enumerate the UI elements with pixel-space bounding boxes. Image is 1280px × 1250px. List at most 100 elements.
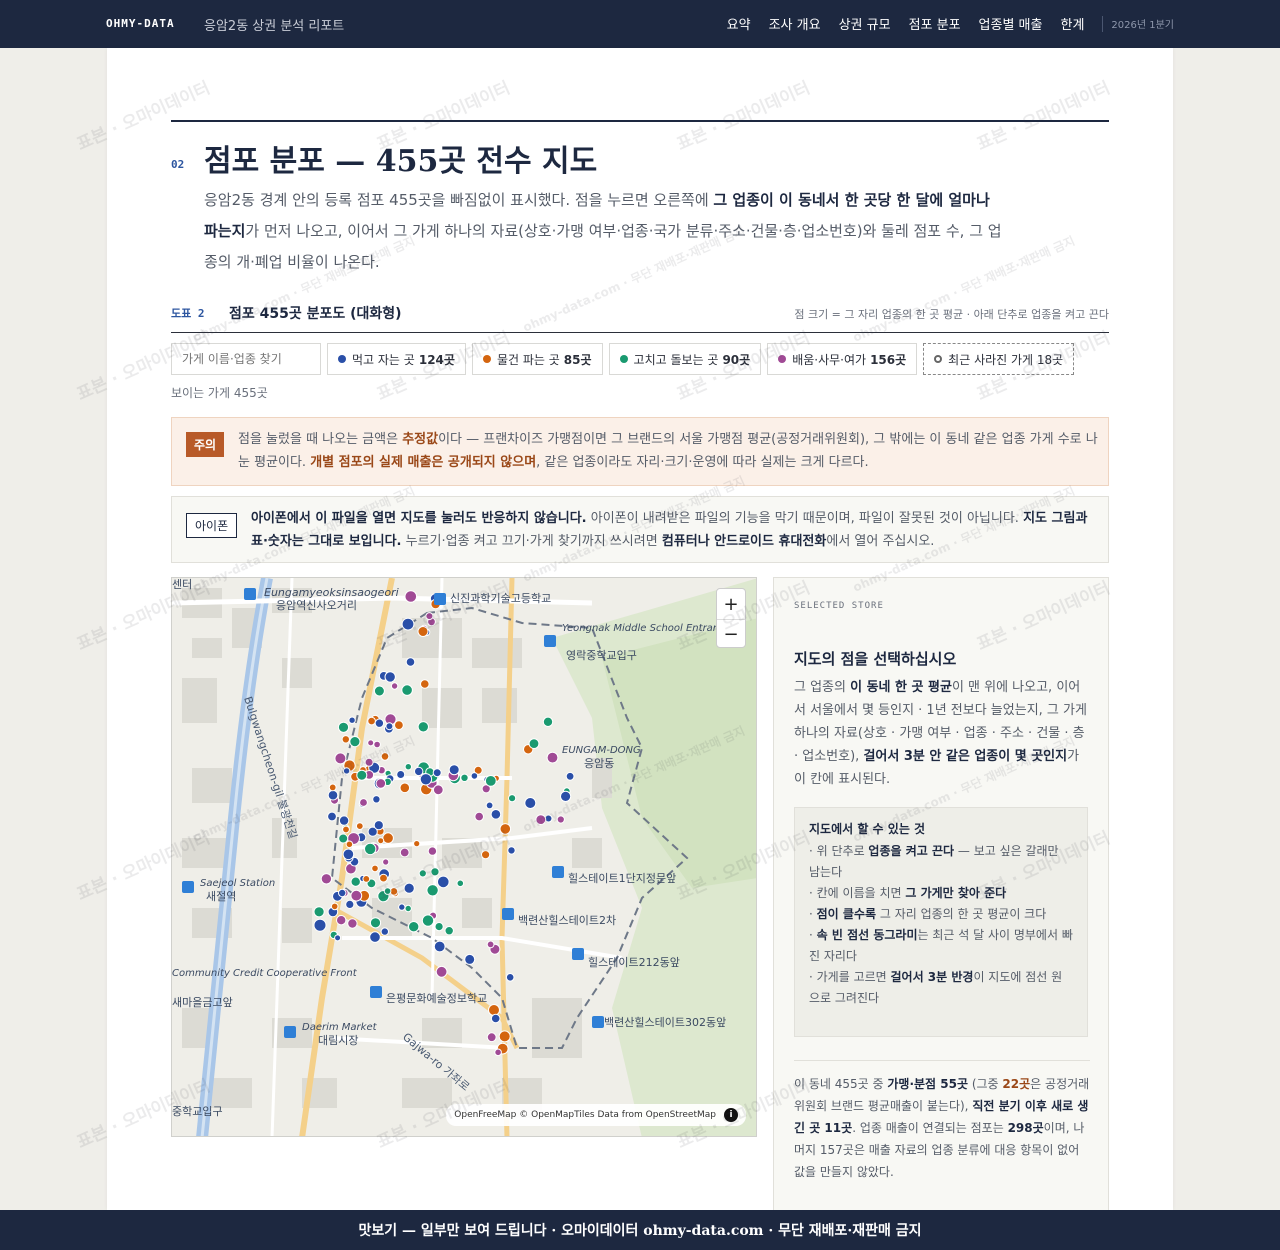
store-dot[interactable] <box>373 685 385 697</box>
zoom-out-button[interactable]: − <box>717 619 745 649</box>
store-dot[interactable] <box>382 858 390 866</box>
store-dot[interactable] <box>535 814 547 826</box>
store-dot[interactable] <box>367 716 376 726</box>
store-dot[interactable] <box>396 770 406 779</box>
store-dot[interactable] <box>524 797 537 809</box>
store-dot[interactable] <box>460 773 469 783</box>
store-dot[interactable] <box>542 716 554 728</box>
store-dot[interactable] <box>320 873 333 885</box>
store-search-input[interactable] <box>171 343 321 375</box>
store-dot[interactable] <box>328 783 337 792</box>
store-dot[interactable] <box>556 815 565 824</box>
store-dot[interactable] <box>327 811 337 822</box>
store-dot[interactable] <box>444 926 454 936</box>
store-dot[interactable] <box>382 832 394 844</box>
store-dot[interactable] <box>345 840 354 849</box>
store-dot[interactable] <box>481 850 491 860</box>
store-dot[interactable] <box>433 940 446 953</box>
store-dot[interactable] <box>385 722 394 731</box>
store-dot[interactable] <box>498 1030 511 1043</box>
store-dot[interactable] <box>380 927 390 936</box>
store-dot[interactable] <box>427 846 438 856</box>
store-dot[interactable] <box>404 904 412 913</box>
store-dot[interactable] <box>349 736 361 748</box>
store-dot[interactable] <box>342 848 355 861</box>
store-dot[interactable] <box>490 1013 501 1024</box>
store-dot[interactable] <box>338 815 350 826</box>
filter-chip-learning-office[interactable]: 배움·사무·여가 156곳 <box>767 343 918 375</box>
store-dot[interactable] <box>359 798 368 807</box>
store-dot[interactable] <box>313 906 325 918</box>
store-dot[interactable] <box>485 801 494 810</box>
store-dot[interactable] <box>371 864 379 873</box>
store-dot[interactable] <box>383 887 392 895</box>
store-dot[interactable] <box>374 718 385 728</box>
store-dot[interactable] <box>350 876 361 887</box>
store-dot[interactable] <box>421 914 435 927</box>
brand-logo[interactable]: OHMY-DATA <box>106 17 175 30</box>
store-dot[interactable] <box>494 1048 502 1057</box>
store-dot[interactable] <box>334 752 347 765</box>
store-dot[interactable] <box>484 775 497 787</box>
store-dot[interactable] <box>560 790 572 802</box>
store-dot[interactable] <box>528 738 540 750</box>
store-dot[interactable] <box>414 766 424 777</box>
store-dot[interactable] <box>405 657 416 667</box>
nav-link-sales[interactable]: 업종별 매출 <box>979 14 1043 33</box>
store-dot[interactable] <box>470 772 479 780</box>
store-dot[interactable] <box>380 752 390 761</box>
store-dot[interactable] <box>348 716 356 724</box>
store-dot[interactable] <box>488 1004 500 1016</box>
store-dot[interactable] <box>403 882 415 894</box>
store-dot[interactable] <box>379 873 388 883</box>
store-dot[interactable] <box>408 921 420 933</box>
store-dot[interactable] <box>384 671 396 683</box>
store-dot[interactable] <box>341 735 351 744</box>
store-dot[interactable] <box>347 918 358 929</box>
store-dot[interactable] <box>372 795 381 804</box>
store-dot[interactable] <box>375 778 387 789</box>
store-dot[interactable] <box>401 684 413 696</box>
zoom-in-button[interactable]: + <box>717 589 745 619</box>
store-dot[interactable] <box>505 973 515 982</box>
store-dot[interactable] <box>399 782 411 794</box>
store-dot[interactable] <box>417 626 429 637</box>
store-dot[interactable] <box>434 922 444 932</box>
store-dot[interactable] <box>398 903 406 911</box>
store-dot[interactable] <box>327 789 339 801</box>
store-dot[interactable] <box>334 934 342 942</box>
store-dot[interactable] <box>464 953 476 965</box>
store-dot[interactable] <box>377 837 385 845</box>
store-dot[interactable] <box>342 767 351 775</box>
store-dot[interactable] <box>338 833 349 844</box>
store-dot[interactable] <box>399 847 410 858</box>
store-dot[interactable] <box>419 773 433 786</box>
store-dot[interactable] <box>565 771 575 781</box>
store-dot[interactable] <box>437 875 450 889</box>
store-dot[interactable] <box>413 840 421 848</box>
filter-chip-food-lodging[interactable]: 먹고 자는 곳 124곳 <box>327 343 466 375</box>
store-dot[interactable] <box>432 768 442 778</box>
nav-link-overview[interactable]: 조사 개요 <box>769 14 821 33</box>
store-dot[interactable] <box>356 769 368 781</box>
store-dot[interactable] <box>432 784 444 796</box>
nav-link-distribution[interactable]: 점포 분포 <box>909 14 961 33</box>
filter-chip-retail[interactable]: 물건 파는 곳 85곳 <box>471 343 603 375</box>
store-dot[interactable] <box>330 902 339 911</box>
store-dot[interactable] <box>404 590 418 603</box>
store-dot[interactable] <box>373 820 384 831</box>
store-dot[interactable] <box>350 889 363 902</box>
store-dot[interactable] <box>369 917 382 929</box>
store-dot[interactable] <box>367 739 375 747</box>
store-dot[interactable] <box>355 822 364 831</box>
store-dot[interactable] <box>448 764 460 776</box>
store-dot[interactable] <box>490 809 502 820</box>
store-dot[interactable] <box>369 931 381 943</box>
store-dot[interactable] <box>435 965 448 978</box>
store-dot[interactable] <box>486 1032 497 1043</box>
store-dot[interactable] <box>345 899 355 909</box>
store-dot[interactable] <box>404 763 413 771</box>
store-dot[interactable] <box>420 679 430 689</box>
store-dot[interactable] <box>499 823 512 835</box>
store-dot[interactable] <box>336 915 347 926</box>
